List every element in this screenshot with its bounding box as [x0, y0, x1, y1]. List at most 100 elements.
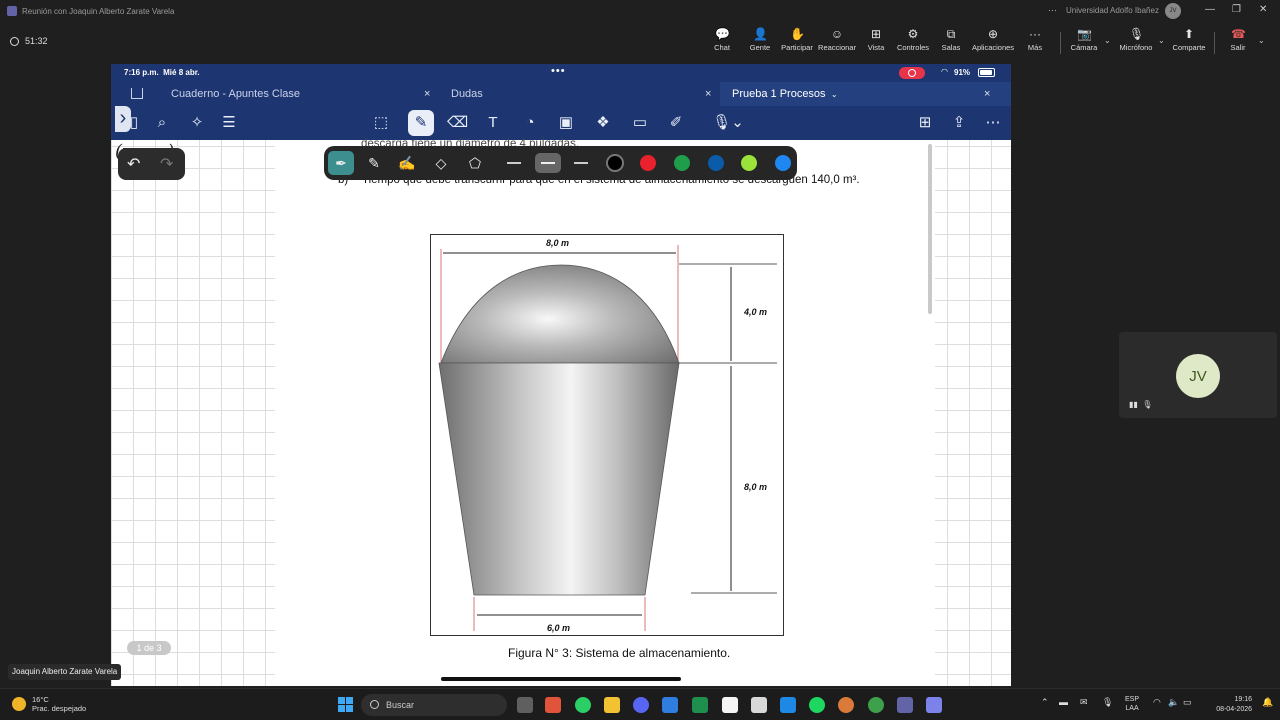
file-explorer-icon[interactable]	[604, 697, 620, 713]
laser-pointer-icon[interactable]: ✐	[666, 113, 686, 133]
teams-icon[interactable]	[897, 697, 913, 713]
weather-widget[interactable]: 16°C Prac. despejado	[12, 695, 86, 713]
search-placeholder: Buscar	[386, 700, 415, 710]
close-window-icon[interactable]: ✕	[1259, 4, 1267, 15]
image-icon[interactable]: ▣	[556, 113, 576, 133]
share-button[interactable]: ⬆ Comparte	[1167, 27, 1211, 52]
leave-button[interactable]: ☎ Salir	[1216, 27, 1260, 52]
tab-prueba[interactable]: Prueba 1 Procesos ⌄ ×	[720, 82, 1011, 106]
close-tab-icon[interactable]: ×	[424, 82, 430, 106]
titlebar-more-button[interactable]: ···	[1048, 5, 1057, 15]
org-name[interactable]: Universidad Adolfo Ibañez	[1066, 6, 1159, 15]
search-icon[interactable]: ⌕	[152, 113, 172, 133]
home-indicator[interactable]	[441, 677, 681, 681]
stroke-medium-option[interactable]	[535, 153, 561, 173]
more-options-icon[interactable]: ⋯	[983, 113, 1003, 133]
tray-app-icon[interactable]: ▬	[1059, 697, 1068, 707]
lasso-select-icon[interactable]: ⬚	[371, 113, 391, 133]
rooms-button[interactable]: ⧉ Salas	[929, 27, 973, 52]
camera-off-icon: 📷	[1077, 27, 1092, 41]
meeting-timer: 51:32	[10, 36, 48, 46]
tray-overflow-chevron-icon[interactable]: ⌃	[1041, 697, 1049, 708]
camera-options-chevron-icon[interactable]: ⌄	[1104, 36, 1111, 45]
account-avatar[interactable]: JV	[1165, 3, 1181, 19]
microphone-button[interactable]: 🎙 Micrófono	[1114, 27, 1158, 52]
discord-icon[interactable]	[633, 697, 649, 713]
spotify-icon[interactable]	[809, 697, 825, 713]
tray-mail-icon[interactable]: ✉	[1080, 697, 1088, 708]
color-swatch-red[interactable]	[640, 155, 656, 171]
sidebar-toggle-chevron-icon[interactable]: ›	[115, 106, 131, 132]
calendar-icon[interactable]	[751, 697, 767, 713]
sticky-note-icon[interactable]: ▭	[630, 113, 650, 133]
notifications-bell-icon[interactable]: 🔔	[1262, 697, 1273, 708]
windows-start-icon[interactable]	[338, 697, 353, 712]
text-tool-icon[interactable]: T	[483, 113, 503, 133]
ballpoint-pen-icon[interactable]: ✎	[364, 153, 384, 173]
elements-icon[interactable]: ❖	[593, 113, 613, 133]
taskbar-clock[interactable]: 19:16 08-04-2026	[1208, 695, 1252, 715]
tab-chevron-icon[interactable]: ⌄	[829, 90, 838, 99]
eraser-icon[interactable]: ◇	[431, 153, 451, 173]
stroke-thin-option[interactable]	[507, 162, 521, 164]
maximize-icon[interactable]: ❐	[1232, 4, 1241, 15]
color-swatch-blue[interactable]	[775, 155, 791, 171]
battery-icon[interactable]: ▭	[1183, 697, 1192, 708]
close-tab-icon[interactable]: ×	[984, 82, 990, 106]
tab-dudas[interactable]: Dudas ×	[451, 82, 721, 106]
fountain-pen-icon[interactable]: ✒	[328, 151, 354, 175]
scrollbar[interactable]	[928, 144, 932, 314]
color-swatch-navy[interactable]	[708, 155, 724, 171]
vscode-icon[interactable]	[780, 697, 796, 713]
color-swatch-black[interactable]	[606, 154, 624, 172]
brave-browser-icon[interactable]	[545, 697, 561, 713]
more-button[interactable]: ··· Más	[1013, 27, 1057, 52]
task-view-icon[interactable]	[517, 697, 533, 713]
stroke-thick-option[interactable]	[574, 162, 588, 164]
wifi-icon[interactable]: ◠	[1153, 697, 1161, 708]
share-icon[interactable]: ⇪	[949, 113, 969, 133]
taskbar-search[interactable]: Buscar	[361, 694, 507, 716]
color-swatch-lime[interactable]	[741, 155, 757, 171]
chrome-icon[interactable]	[868, 697, 884, 713]
tab-cuaderno[interactable]: Cuaderno - Apuntes Clase ×	[171, 82, 441, 106]
screen-record-icon	[899, 67, 925, 79]
react-button[interactable]: ☺ Reaccionar	[815, 27, 859, 52]
pen-tool-icon[interactable]: ✎	[408, 110, 434, 136]
mail-icon[interactable]	[662, 697, 678, 713]
highlighter-icon[interactable]: ✍	[397, 153, 417, 173]
redo-icon[interactable]: ↷	[160, 154, 173, 174]
smile-icon: ☺	[830, 27, 844, 41]
shape-recognition-icon[interactable]: ⬠	[465, 153, 485, 173]
magic-icon[interactable]: ✧	[187, 113, 207, 133]
participant-tile[interactable]: JV ▮▮ 🎙	[1119, 332, 1277, 418]
undo-icon[interactable]: ↶	[127, 154, 140, 174]
document-icon[interactable]: ☰	[219, 113, 239, 133]
notion-icon[interactable]	[722, 697, 738, 713]
language-indicator[interactable]: ESP LAA	[1125, 695, 1139, 713]
tray-mic-icon[interactable]: 🎙	[1102, 697, 1113, 708]
add-page-icon[interactable]: ⊞	[915, 113, 935, 133]
claude-icon[interactable]	[838, 697, 854, 713]
teams-meeting-icon[interactable]	[926, 697, 942, 713]
eraser-icon[interactable]: ⌫	[447, 113, 468, 133]
minimize-icon[interactable]: —	[1205, 4, 1215, 15]
excel-icon[interactable]	[692, 697, 708, 713]
mic-options-chevron-icon[interactable]: ⌄	[1158, 36, 1165, 45]
apps-button[interactable]: ⊕ Aplicaciones	[971, 27, 1015, 52]
whatsapp-icon[interactable]	[575, 697, 591, 713]
raise-hand-button[interactable]: ✋ Participar	[775, 27, 819, 52]
leave-options-chevron-icon[interactable]: ⌄	[1258, 36, 1265, 45]
color-swatch-green[interactable]	[674, 155, 690, 171]
home-icon[interactable]	[131, 88, 143, 99]
close-tab-icon[interactable]: ×	[705, 82, 711, 106]
multitask-dots-icon[interactable]: •••	[551, 65, 566, 77]
camera-button[interactable]: 📷 Cámara	[1062, 27, 1106, 52]
window-title: Reunión con Joaquin Alberto Zarate Varel…	[22, 6, 175, 16]
volume-icon[interactable]: 🔈	[1168, 697, 1179, 708]
tank-drawing: 8,0 m 4,0 m 8,0 m 6,0 m	[438, 238, 777, 633]
shared-screen[interactable]: 7:16 p.m. Mié 8 abr. ••• ◠ 91% Cuaderno …	[111, 64, 1011, 686]
toolbar-divider	[1060, 32, 1061, 54]
microphone-record-icon[interactable]: 🎙⌄	[711, 113, 745, 133]
shapes-icon[interactable]: ◔	[520, 113, 540, 133]
